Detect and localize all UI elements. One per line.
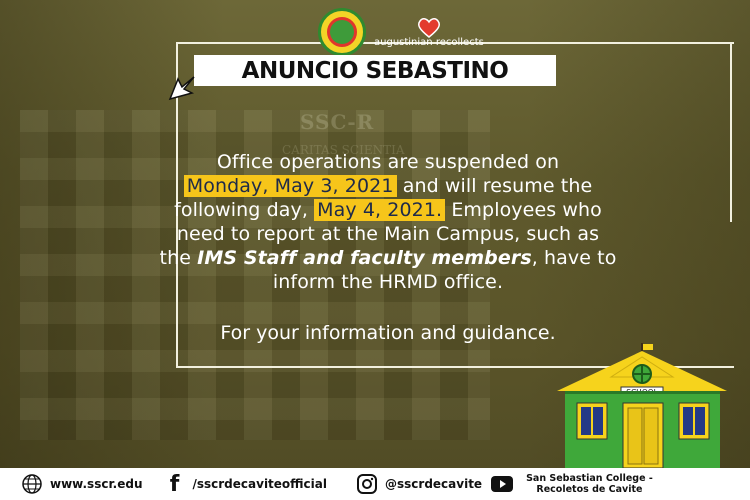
heart-icon — [417, 18, 440, 38]
website-text: www.sscr.edu — [50, 477, 143, 491]
announcement-line: inform the HRMD office. — [98, 270, 678, 294]
announcement-line: Monday, May 3, 2021 and will resume the — [98, 174, 678, 198]
instagram-icon — [355, 472, 379, 496]
facebook-link[interactable]: f /sscrdecaviteofficial — [162, 471, 327, 497]
closing-text: For your information and guidance. — [220, 322, 556, 344]
announcement-line: Office operations are suspended on — [98, 150, 678, 174]
youtube-link[interactable] — [490, 472, 514, 496]
facebook-icon: f — [169, 471, 180, 497]
announcement-line: need to report at the Main Campus, such … — [98, 222, 678, 246]
cursor-arrow-icon — [168, 76, 195, 101]
text-segment: following day, — [174, 199, 315, 221]
instagram-link[interactable]: @sscrdecavite — [355, 472, 482, 496]
facebook-text: /sscrdecaviteofficial — [192, 477, 327, 491]
date-highlight: Monday, May 3, 2021 — [183, 175, 397, 197]
announcement-line: following day, May 4, 2021. Employees wh… — [98, 198, 678, 222]
youtube-icon — [490, 472, 514, 496]
text-segment: inform the HRMD office. — [272, 271, 504, 293]
college-name-line: San Sebastian College - — [526, 473, 653, 484]
school-building-illustration: SCHOOL — [557, 343, 727, 468]
emphasis-text: IMS Staff and faculty members — [197, 247, 532, 269]
text-segment: need to report at the Main Campus, such … — [176, 223, 600, 245]
footer-bar: www.sscr.edu f /sscrdecaviteofficial @ss… — [0, 468, 750, 500]
text-segment: , have to — [531, 247, 617, 269]
announcement-text: Office operations are suspended on Monda… — [98, 150, 678, 294]
college-name: San Sebastian College - Recoletos de Cav… — [526, 473, 653, 495]
frame-right-edge — [730, 42, 732, 222]
augustinian-logo: augustinian recollects — [374, 16, 484, 48]
text-segment: Employees who — [445, 199, 602, 221]
globe-icon — [20, 472, 44, 496]
date-highlight: May 4, 2021. — [314, 199, 446, 221]
header-logos: augustinian recollects — [318, 8, 484, 56]
title-banner: ANUNCIO SEBASTINO — [194, 55, 556, 86]
text-segment: the — [159, 247, 198, 269]
announcement-line: the IMS Staff and faculty members, have … — [98, 246, 678, 270]
logo-caption: augustinian recollects — [374, 37, 484, 48]
website-link[interactable]: www.sscr.edu — [20, 472, 142, 496]
text-segment: and will resume the — [396, 175, 593, 197]
page-title: ANUNCIO SEBASTINO — [241, 57, 509, 84]
college-name-line: Recoletos de Cavite — [536, 484, 643, 495]
college-seal-logo — [318, 8, 366, 56]
instagram-text: @sscrdecavite — [385, 477, 483, 491]
text-segment: Office operations are suspended on — [216, 151, 560, 173]
